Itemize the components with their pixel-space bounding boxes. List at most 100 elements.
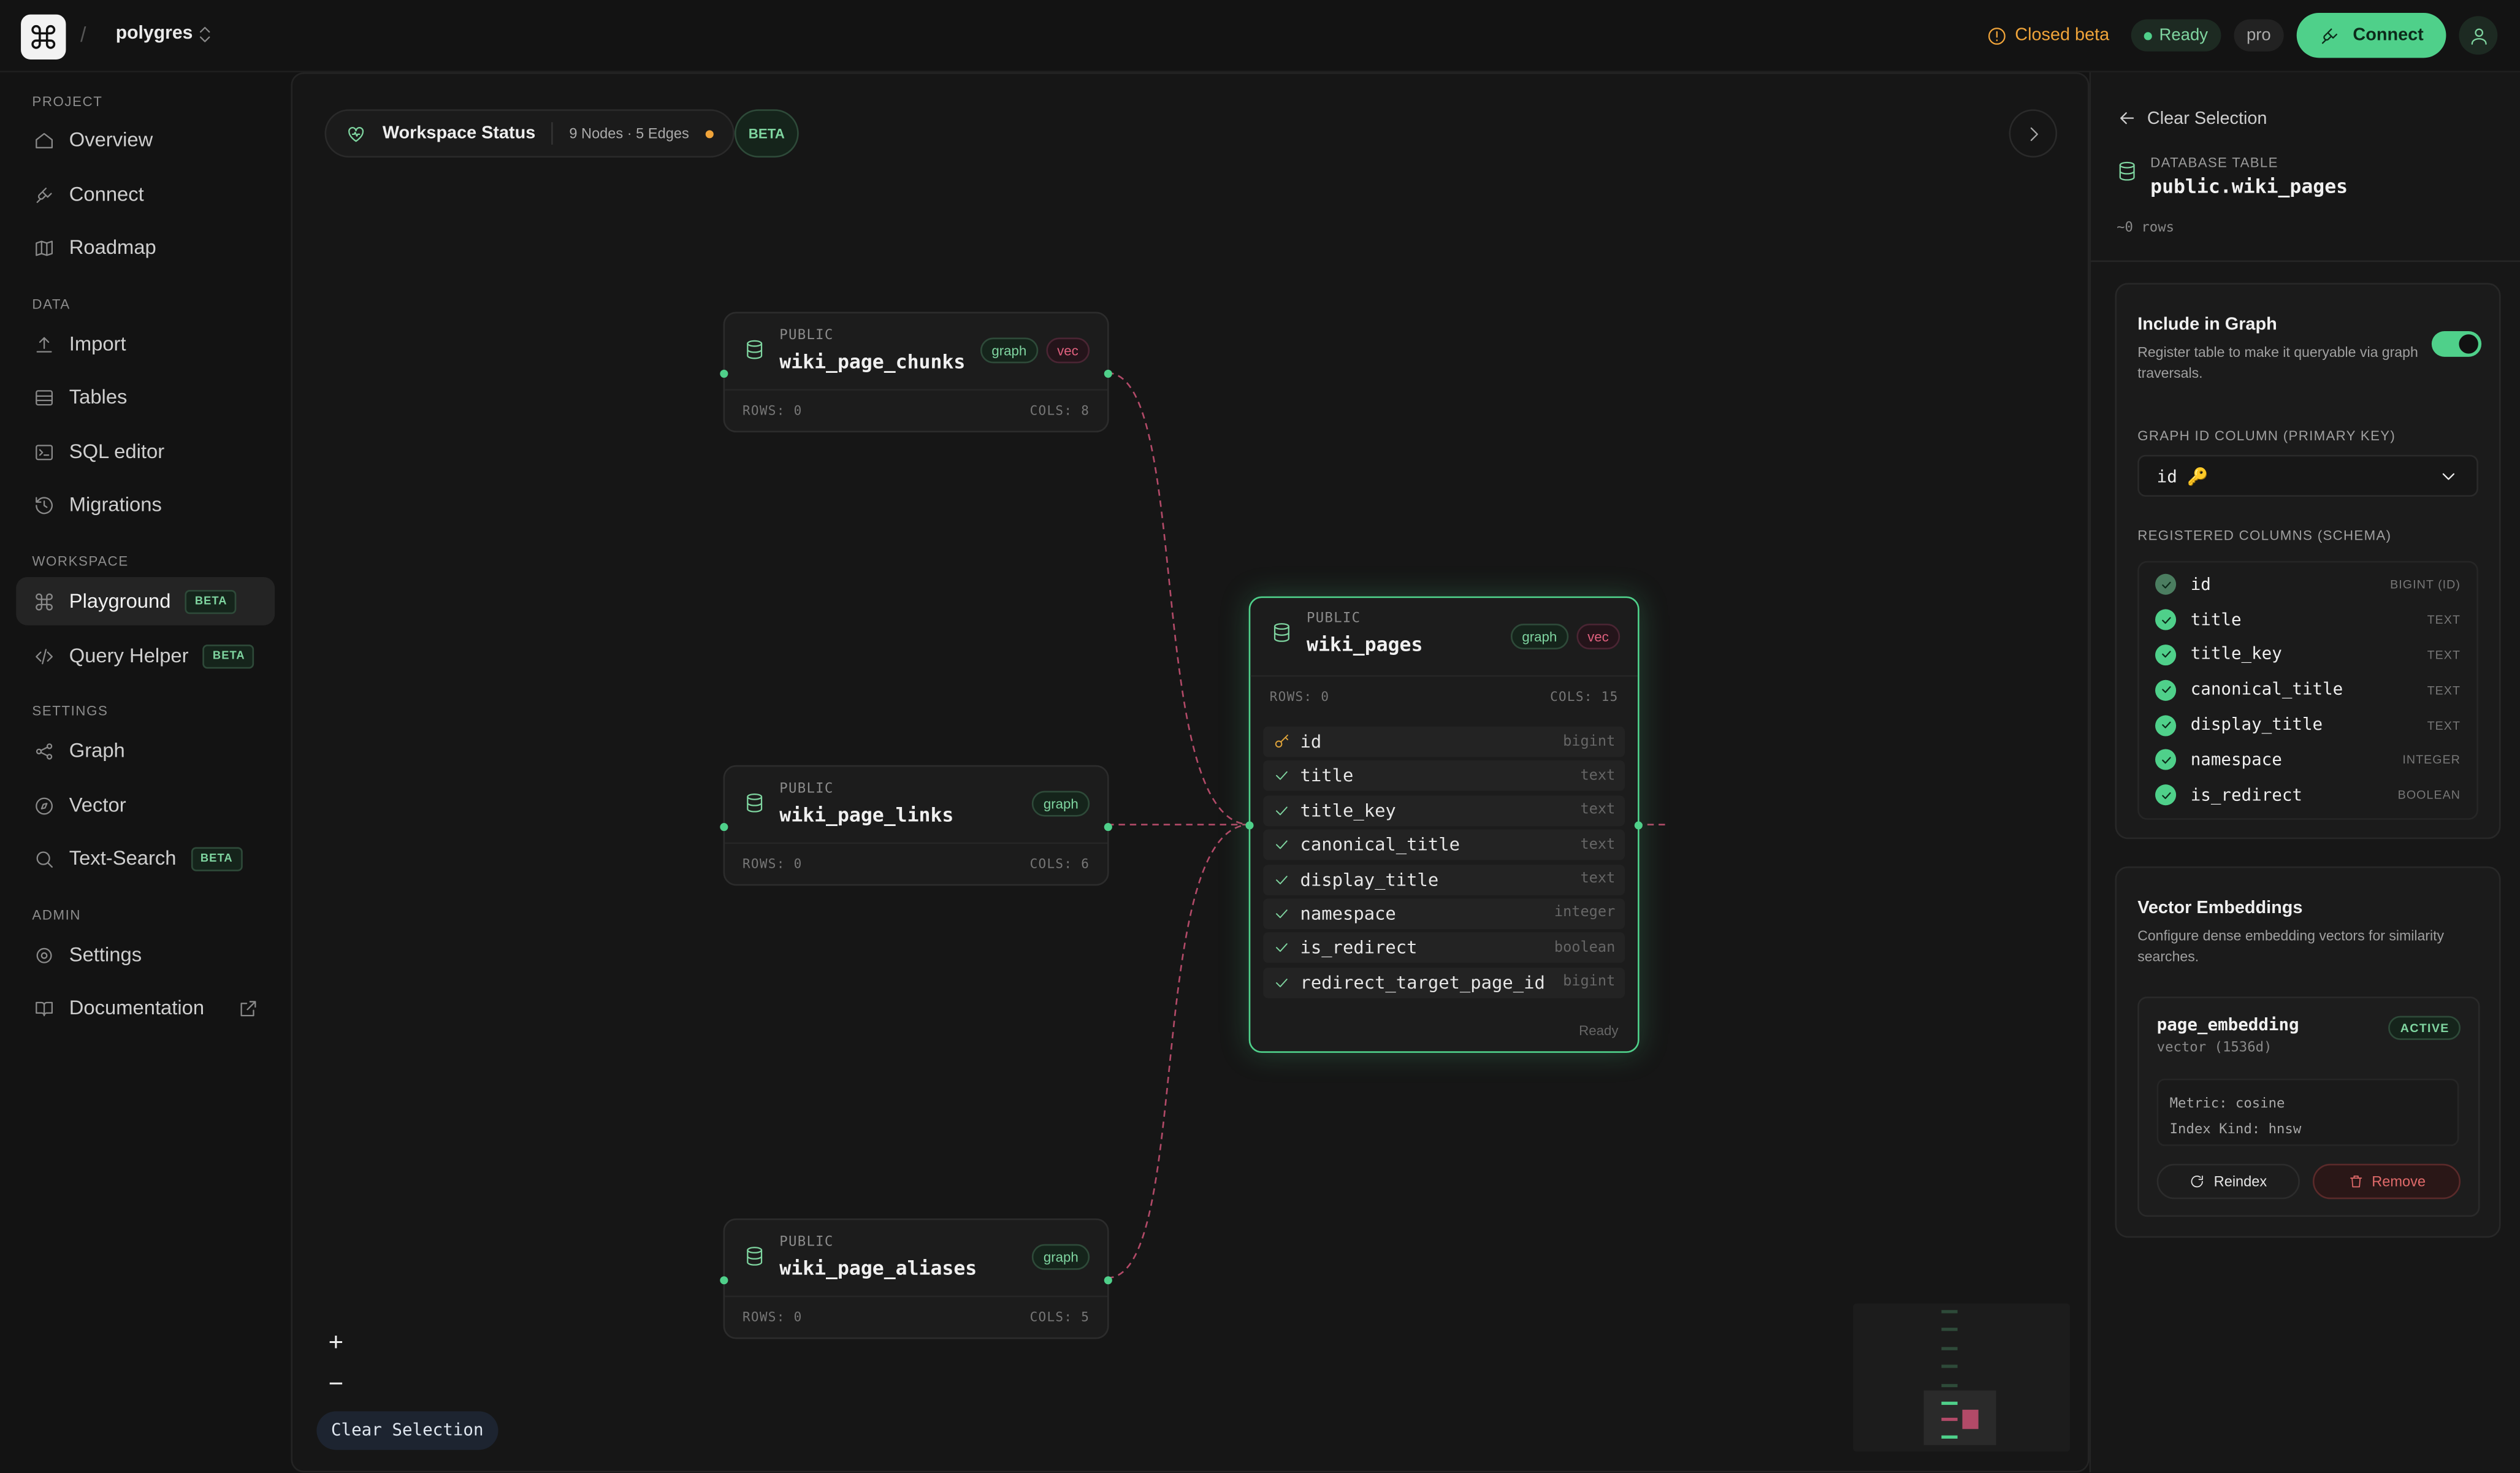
sidebar-item-tables[interactable]: Tables — [16, 373, 275, 421]
output-port[interactable] — [1104, 823, 1112, 832]
check-icon — [1276, 978, 1288, 987]
column-row[interactable]: id bigint — [1263, 726, 1625, 757]
vector-embeddings-card: Vector Embeddings Configure dense embedd… — [2115, 866, 2501, 1238]
registered-column-row[interactable]: is_redirect BOOLEAN — [2139, 778, 2476, 813]
output-port[interactable] — [1104, 369, 1112, 378]
breadcrumb-separator: / — [80, 22, 86, 47]
table-node-wiki-page-aliases[interactable]: PUBLIC wiki_page_aliases graph ROWS: 0 C… — [720, 1218, 1112, 1339]
sidebar-item-migrations[interactable]: Migrations — [16, 481, 275, 529]
input-port[interactable] — [1245, 821, 1254, 830]
graph-tag: graph — [1032, 790, 1090, 817]
sidebar-item-overview[interactable]: Overview — [16, 116, 275, 164]
column-row[interactable]: title_key text — [1263, 795, 1625, 826]
logo-icon[interactable] — [21, 14, 66, 59]
vec-tag: vec — [1576, 624, 1621, 649]
column-type: text — [1580, 768, 1616, 784]
sidebar-item-label: Tables — [69, 386, 128, 408]
column-row[interactable]: is_redirect boolean — [1263, 933, 1625, 963]
clear-selection-button[interactable]: Clear Selection — [316, 1411, 498, 1450]
connect-button-label: Connect — [2353, 25, 2424, 45]
sidebar-item-playground[interactable]: Playground BETA — [16, 577, 275, 626]
heart-pulse-icon — [348, 126, 364, 142]
history-icon — [36, 496, 53, 513]
closed-beta-notice[interactable]: Closed beta — [1986, 25, 2109, 46]
node-status: Ready — [1579, 1022, 1619, 1039]
column-row[interactable]: title text — [1263, 760, 1625, 792]
graph-canvas[interactable]: Workspace Status 9 Nodes · 5 Edges BETA … — [291, 72, 2090, 1473]
edge-chunks-pages — [1107, 372, 1251, 825]
check-icon — [1276, 909, 1288, 918]
workspace-status-pill[interactable]: Workspace Status 9 Nodes · 5 Edges — [324, 109, 735, 158]
card-title: Vector Embeddings — [2137, 898, 2303, 918]
zoom-out-button[interactable]: − — [318, 1368, 354, 1404]
sidebar-item-roadmap[interactable]: Roadmap — [16, 223, 275, 272]
check-circle-icon — [2155, 645, 2177, 666]
registered-column-row[interactable]: display_title TEXT — [2139, 708, 2476, 743]
sidebar-item-connect[interactable]: Connect — [16, 170, 275, 219]
node-header: PUBLIC wiki_page_aliases — [744, 1234, 977, 1279]
column-type: bigint — [1563, 974, 1616, 991]
input-port[interactable] — [720, 369, 728, 378]
command-icon — [36, 592, 53, 610]
sidebar-item-graph[interactable]: Graph — [16, 727, 275, 775]
top-bar: / polygres Closed beta Ready pro Connect — [0, 0, 2520, 72]
table-node-wiki-pages[interactable]: PUBLIC wiki_pages graph vec ROWS: 0 COLS… — [1245, 596, 1643, 1053]
chevron-updown-icon[interactable] — [194, 24, 215, 53]
output-port[interactable] — [1104, 1276, 1112, 1285]
project-switcher[interactable]: polygres — [116, 24, 193, 43]
sidebar-item-label: Query Helper — [69, 645, 189, 667]
remove-button[interactable]: Remove — [2312, 1163, 2461, 1199]
expand-panel-button[interactable] — [2009, 109, 2058, 158]
node-cols: COLS: 6 — [1029, 857, 1090, 871]
registered-column-row[interactable]: title_key TEXT — [2139, 638, 2476, 673]
registered-column-row[interactable]: id BIGINT (ID) — [2139, 567, 2476, 602]
clear-selection-label: Clear Selection — [2147, 108, 2267, 128]
vec-tag: vec — [1045, 337, 1090, 364]
map-icon — [36, 240, 53, 256]
sidebar-item-label: Playground — [69, 589, 171, 613]
sidebar-item-vector[interactable]: Vector — [16, 781, 275, 830]
input-port[interactable] — [720, 823, 728, 832]
input-port[interactable] — [720, 1276, 728, 1285]
column-row[interactable]: canonical_title text — [1263, 829, 1625, 860]
user-avatar[interactable] — [2459, 16, 2498, 55]
app-root: / polygres Closed beta Ready pro Connect — [0, 0, 2520, 1473]
sidebar-item-import[interactable]: Import — [16, 320, 275, 369]
sidebar-item-documentation[interactable]: Documentation — [16, 984, 275, 1032]
graph-tag: graph — [980, 337, 1038, 364]
registered-column-row[interactable]: canonical_title TEXT — [2139, 673, 2476, 708]
check-circle-icon — [2155, 574, 2177, 595]
sidebar-item-text-search[interactable]: Text-Search BETA — [16, 834, 275, 882]
row-count: ~0 rows — [2117, 220, 2175, 237]
include-graph-toggle[interactable] — [2431, 331, 2482, 357]
column-type: boolean — [1554, 939, 1616, 957]
table-node-wiki-page-chunks[interactable]: PUBLIC wiki_page_chunks graph vec ROWS: … — [720, 312, 1112, 433]
sidebar-item-query-helper[interactable]: Query Helper BETA — [16, 632, 275, 680]
table-node-wiki-page-links[interactable]: PUBLIC wiki_page_links graph ROWS: 0 COL… — [720, 765, 1112, 886]
connect-button[interactable]: Connect — [2296, 12, 2446, 58]
check-icon — [1276, 806, 1288, 815]
sidebar: PROJECT Overview Connect Roadmap DATA Im… — [0, 72, 291, 1472]
sidebar-item-label: Connect — [69, 183, 144, 206]
share-nodes-icon — [36, 742, 53, 759]
clear-selection-link[interactable]: Clear Selection — [2117, 108, 2267, 129]
registered-columns-list: id BIGINT (ID) title TEXT title_key TEXT canon… — [2137, 561, 2478, 819]
column-name: namespace — [1300, 903, 1396, 925]
check-circle-icon — [2155, 679, 2177, 701]
status-badge: Ready — [2131, 19, 2221, 52]
registered-column-row[interactable]: namespace INTEGER — [2139, 743, 2476, 778]
id-column-select[interactable]: id 🔑 — [2137, 454, 2478, 497]
sidebar-item-settings[interactable]: Settings — [16, 931, 275, 979]
sidebar-item-sql-editor[interactable]: SQL editor — [16, 427, 275, 476]
zoom-in-button[interactable]: + — [318, 1326, 354, 1361]
registered-column-row[interactable]: title TEXT — [2139, 602, 2476, 637]
column-name: is_redirect — [2190, 785, 2302, 805]
column-row[interactable]: namespace integer — [1263, 898, 1625, 929]
node-schema: PUBLIC — [779, 327, 834, 344]
column-row[interactable]: display_title text — [1263, 864, 1625, 895]
reindex-button[interactable]: Reindex — [2156, 1163, 2300, 1199]
node-tags: graph vec — [980, 337, 1090, 364]
output-port[interactable] — [1634, 821, 1643, 830]
minimap[interactable] — [1853, 1303, 2071, 1452]
column-row[interactable]: redirect_target_page_id bigint — [1263, 967, 1625, 998]
